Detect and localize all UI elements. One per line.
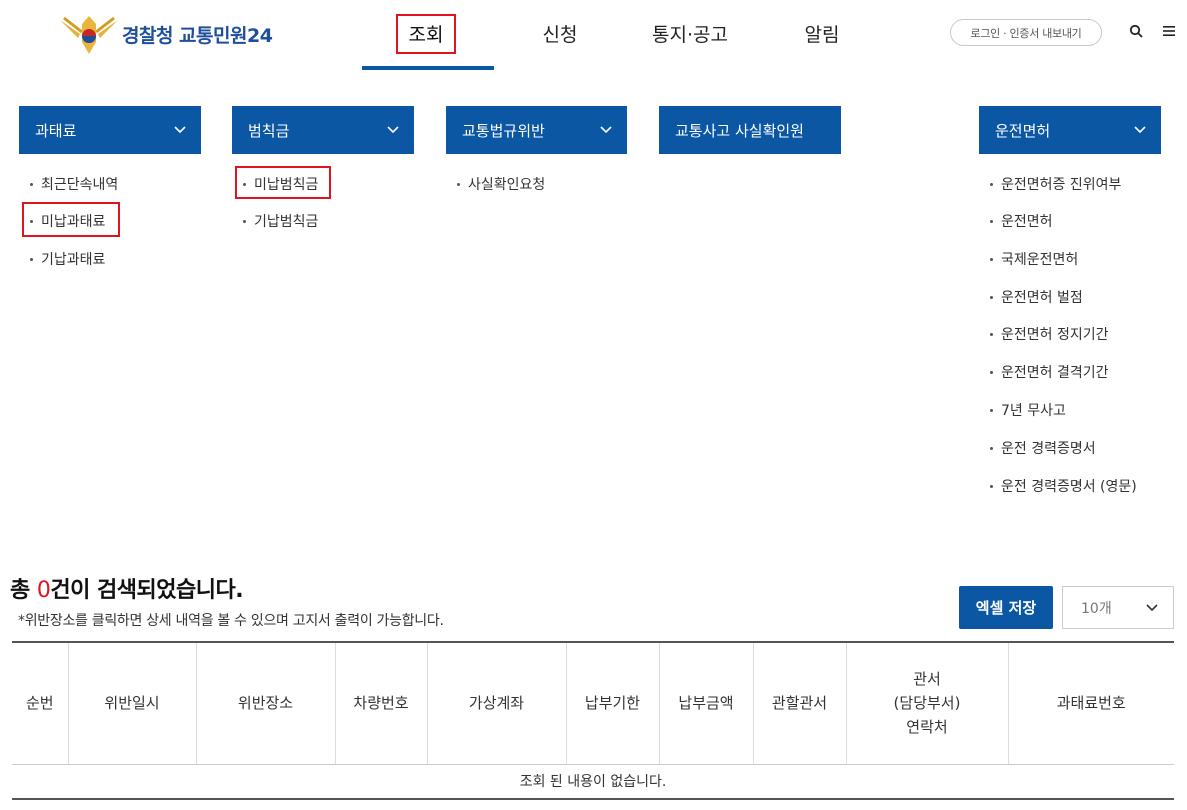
table-header-row: 순번 위반일시 위반장소 차량번호 가상계좌 납부기한 납부금액 관할관서 관서… [12,641,1174,765]
col-header: 관할관서 [753,641,847,765]
col-header: 위반일시 [68,641,197,765]
chevron-down-icon [174,126,186,134]
menu-penalty-paid[interactable]: 기납범칙금 [243,211,318,231]
menu-violation-header[interactable]: 교통법규위반 [446,106,627,154]
menu-license-international[interactable]: 국제운전면허 [990,249,1078,269]
menu-license-career-en[interactable]: 운전 경력증명서 (영문) [990,476,1137,496]
menu-license-license[interactable]: 운전면허 [990,211,1053,231]
result-count: 0 [36,578,51,603]
menu-accident-title: 교통사고 사실확인원 [675,121,804,140]
menu-penalty-header[interactable]: 범칙금 [232,106,414,154]
col-header: 순번 [12,641,69,765]
nav-alerts[interactable]: 알림 [792,20,852,47]
menu-fine-recent[interactable]: 최근단속내역 [30,174,118,194]
page-size-select[interactable]: 10개 [1062,586,1174,629]
chevron-down-icon [1146,604,1158,612]
menu-license-header[interactable]: 운전면허 [979,106,1161,154]
nav-apply[interactable]: 신청 [530,20,590,47]
police-emblem-icon [60,16,118,54]
site-title: 경찰청 교통민원24 [122,24,273,47]
menu-icon[interactable] [1160,22,1178,40]
col-header: 가상계좌 [427,641,567,765]
excel-save-button[interactable]: 엑셀 저장 [959,586,1053,629]
search-icon[interactable] [1127,22,1145,40]
chevron-down-icon [1134,126,1146,134]
menu-violation-title: 교통법규위반 [462,121,545,140]
menu-license-disqualification[interactable]: 운전면허 결격기간 [990,362,1109,382]
col-header: 과태료번호 [1008,641,1174,765]
menu-accident-header[interactable]: 교통사고 사실확인원 [659,106,841,154]
col-header: 차량번호 [335,641,428,765]
table-row: 조회 된 내용이 없습니다. [12,764,1174,800]
menu-license-no-accident[interactable]: 7년 무사고 [990,400,1066,420]
menu-fine-title: 과태료 [35,121,77,140]
menu-violation-fact-check[interactable]: 사실확인요청 [457,174,545,194]
result-count-title: 총 0건이 검색되었습니다. [10,578,244,603]
chevron-down-icon [387,126,399,134]
site-logo[interactable]: 경찰청 교통민원24 [58,12,273,56]
menu-fine-paid[interactable]: 기납과태료 [30,249,105,269]
menu-license-suspension[interactable]: 운전면허 정지기간 [990,324,1109,344]
highlight-unpaid-fine [22,202,120,237]
col-header-office: 관서 (담당부서) 연락처 [846,641,1009,765]
menu-fine-header[interactable]: 과태료 [19,106,201,154]
empty-message: 조회 된 내용이 없습니다. [12,764,1174,800]
menu-license-career[interactable]: 운전 경력증명서 [990,438,1096,458]
page-size-value: 10개 [1081,600,1112,617]
result-table: 순번 위반일시 위반장소 차량번호 가상계좌 납부기한 납부금액 관할관서 관서… [12,641,1174,800]
login-button[interactable]: 로그인 · 인증서 내보내기 [950,19,1102,46]
col-header: 납부기한 [566,641,660,765]
chevron-down-icon [600,126,612,134]
nav-lookup-highlight [396,14,456,54]
col-header: 위반장소 [196,641,336,765]
menu-penalty-title: 범칙금 [248,121,290,140]
nav-active-indicator [362,66,494,70]
menu-license-authenticity[interactable]: 운전면허증 진위여부 [990,174,1121,194]
menu-license-title: 운전면허 [995,121,1051,140]
result-note: *위반장소를 클릭하면 상세 내역을 볼 수 있으며 고지서 출력이 가능합니다… [18,613,444,629]
nav-notice[interactable]: 통지·공고 [640,20,740,47]
highlight-unpaid-penalty [235,166,331,199]
col-header: 납부금액 [659,641,754,765]
menu-license-points[interactable]: 운전면허 벌점 [990,287,1083,307]
